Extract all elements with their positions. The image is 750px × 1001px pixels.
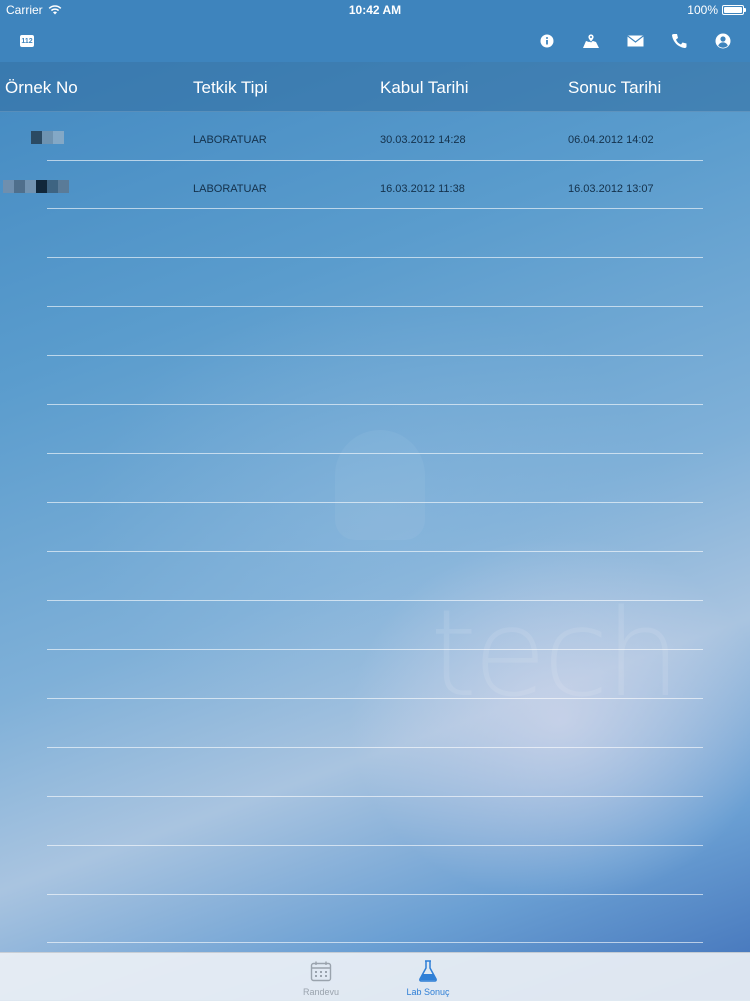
map-button[interactable] bbox=[578, 28, 604, 54]
status-bar: Carrier 10:42 AM 100% bbox=[0, 0, 750, 20]
cell-kabul-tarihi: 16.03.2012 11:38 bbox=[380, 183, 465, 195]
header-tetkik-tipi: Tetkik Tipi bbox=[193, 78, 268, 97]
row-divider bbox=[47, 355, 703, 356]
phone-icon bbox=[671, 34, 687, 49]
header-ornek-no: Örnek No bbox=[5, 78, 78, 97]
battery-icon bbox=[722, 5, 746, 15]
cell-kabul-tarihi: 30.03.2012 14:28 bbox=[380, 134, 466, 146]
redacted-sample-number bbox=[3, 180, 69, 193]
watermark-logo: tech bbox=[430, 585, 681, 724]
tab-randevu-label: Randevu bbox=[302, 987, 340, 997]
header-sonuc-tarihi: Sonuc Tarihi bbox=[568, 78, 662, 97]
row-divider bbox=[47, 796, 703, 797]
emergency-112-button[interactable]: 112 bbox=[14, 28, 40, 54]
table-row[interactable]: LABORATUAR 16.03.2012 11:38 16.03.2012 1… bbox=[0, 163, 750, 211]
watermark-figure bbox=[335, 430, 425, 540]
battery-percent: 100% bbox=[687, 3, 718, 17]
phone-button[interactable] bbox=[666, 28, 692, 54]
row-divider bbox=[47, 257, 703, 258]
tab-lab-sonuc[interactable]: Lab Sonuç bbox=[388, 957, 468, 999]
mail-icon bbox=[626, 35, 644, 47]
row-divider bbox=[47, 747, 703, 748]
row-divider bbox=[47, 845, 703, 846]
row-divider bbox=[47, 649, 703, 650]
info-icon bbox=[540, 34, 554, 48]
row-divider bbox=[47, 600, 703, 601]
user-icon bbox=[715, 33, 731, 49]
flask-icon bbox=[419, 960, 437, 982]
info-button[interactable] bbox=[534, 28, 560, 54]
calendar-icon bbox=[310, 961, 332, 982]
row-divider bbox=[47, 160, 703, 161]
row-divider bbox=[47, 453, 703, 454]
row-divider bbox=[47, 208, 703, 209]
cell-sonuc-tarihi: 16.03.2012 13:07 bbox=[568, 183, 654, 195]
clock: 10:42 AM bbox=[348, 3, 402, 17]
profile-button[interactable] bbox=[710, 28, 736, 54]
row-divider bbox=[47, 894, 703, 895]
row-divider bbox=[47, 551, 703, 552]
header-kabul-tarihi: Kabul Tarihi bbox=[380, 78, 469, 97]
table-header: Örnek No Tetkik Tipi Kabul Tarihi Sonuc … bbox=[0, 62, 750, 112]
row-divider bbox=[47, 698, 703, 699]
tab-randevu[interactable]: Randevu bbox=[281, 957, 361, 999]
cell-tetkik-tipi: LABORATUAR bbox=[193, 183, 267, 195]
row-divider bbox=[47, 306, 703, 307]
map-pin-icon bbox=[583, 33, 599, 48]
navigation-bar: 112 bbox=[0, 20, 750, 62]
emergency-112-icon: 112 bbox=[20, 35, 34, 47]
row-divider bbox=[47, 502, 703, 503]
table-row[interactable]: LABORATUAR 30.03.2012 14:28 06.04.2012 1… bbox=[0, 114, 750, 162]
row-divider bbox=[47, 942, 703, 943]
tab-lab-sonuc-label: Lab Sonuç bbox=[406, 987, 450, 997]
mail-button[interactable] bbox=[622, 28, 648, 54]
tab-bar: Randevu Lab Sonuç bbox=[0, 952, 750, 1001]
cell-sonuc-tarihi: 06.04.2012 14:02 bbox=[568, 134, 654, 146]
row-divider bbox=[47, 404, 703, 405]
redacted-sample-number bbox=[31, 131, 64, 144]
cell-tetkik-tipi: LABORATUAR bbox=[193, 134, 267, 146]
